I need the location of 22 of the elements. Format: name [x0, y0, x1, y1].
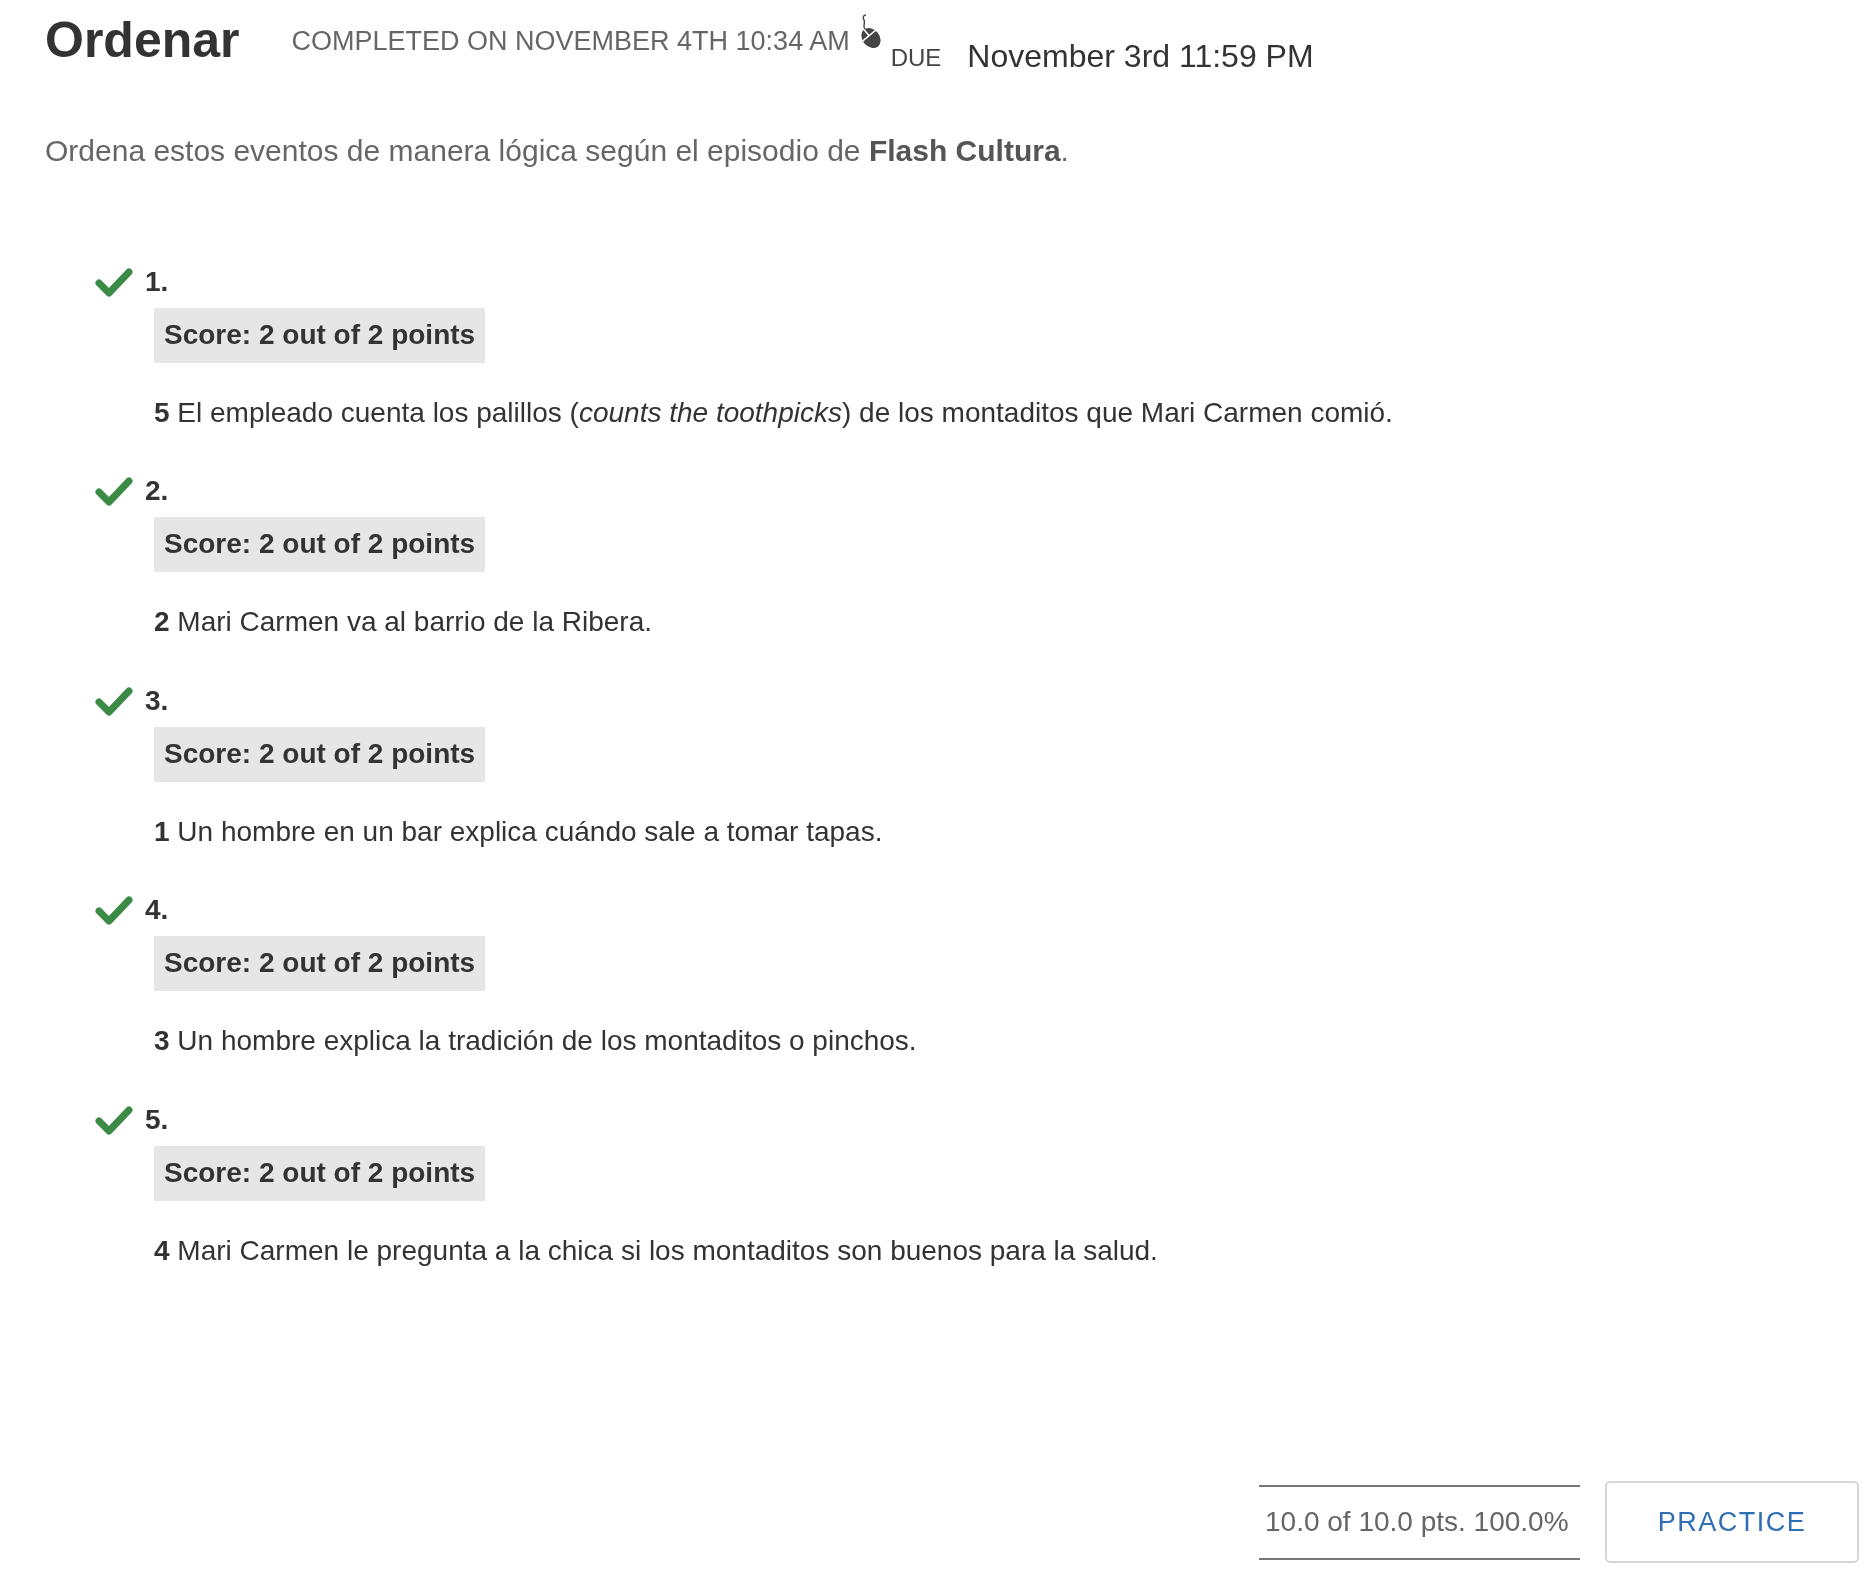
question-number: 4. [145, 895, 169, 926]
question-number: 1. [145, 267, 169, 297]
due-label: DUE [890, 46, 942, 70]
practice-button[interactable]: PRACTICE [1605, 1481, 1859, 1563]
answer-text: 2 Mari Carmen va al barrio de la Ribera. [154, 605, 652, 640]
due-date: November 3rd 11:59 PM [967, 40, 1314, 72]
answer-text: 3 Un hombre explica la tradición de los montaditos o pinchos. [154, 1024, 917, 1059]
page-title: Ordenar [45, 15, 240, 65]
score-label: Score: 2 out of 2 points [154, 936, 486, 992]
answer-text: 5 El empleado cuenta los palillos (counts the toothpicks) de los montaditos que Mari Carmen comió. [154, 396, 1393, 430]
score-label: Score: 2 out of 2 points [154, 308, 486, 363]
instruction-text: Ordena estos eventos de manera lógica según el episodio de Flash Cultura. [45, 133, 1070, 169]
total-score: 10.0 of 10.0 pts. 100.0% [1259, 1484, 1580, 1560]
score-label: Score: 2 out of 2 points [154, 1145, 486, 1201]
score-label: Score: 2 out of 2 points [154, 726, 486, 782]
question-number: 3. [145, 685, 169, 716]
score-label: Score: 2 out of 2 points [154, 517, 486, 573]
question-number: 2. [145, 476, 169, 507]
answer-text: 1 Un hombre en un bar explica cuándo sale a tomar tapas. [154, 814, 883, 849]
question-number: 5. [145, 1104, 169, 1135]
completion-date: COMPLETED ON NOVEMBER 4TH 10:34 AM [291, 28, 850, 55]
answer-text: 4 Mari Carmen le pregunta a la chica si los montaditos son buenos para la salud. [154, 1233, 1158, 1268]
